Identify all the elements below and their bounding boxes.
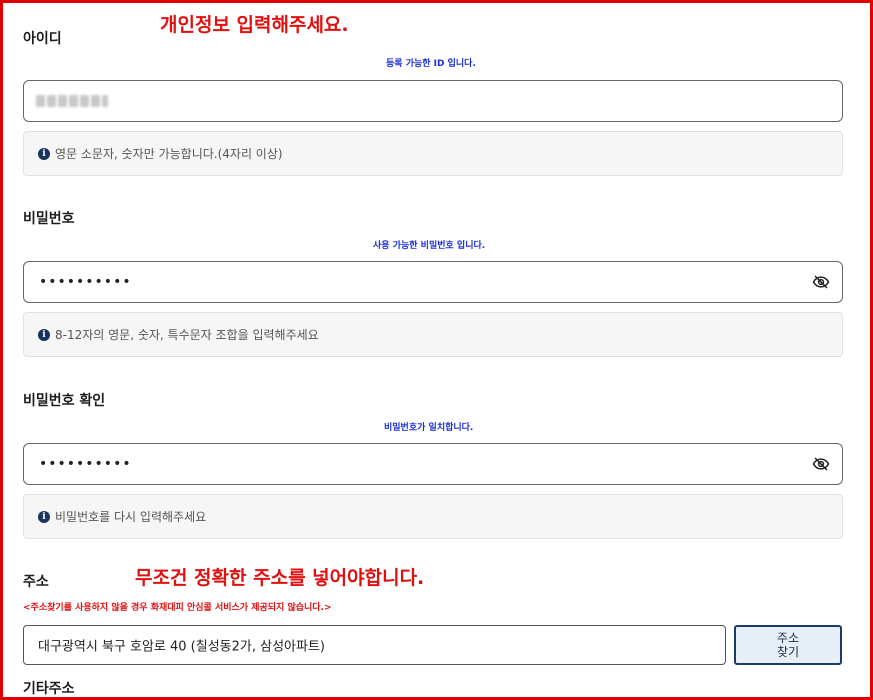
password-confirm-mask: •••••••••• [39,456,132,472]
annotation-address: 무조건 정확한 주소를 넣어야합니다. [135,567,425,589]
id-hint: i 영문 소문자, 숫자만 가능합니다.(4자리 이상) [23,131,843,176]
info-icon: i [38,147,50,160]
password-confirm-input[interactable]: •••••••••• [23,443,843,485]
password-input[interactable]: •••••••••• [23,261,843,303]
password-status: 사용 가능한 비밀번호 입니다. [373,241,486,251]
address-label: 주소 [23,574,49,590]
id-input[interactable] [23,80,843,122]
password-confirm-hint-text: 비밀번호를 다시 입력해주세요 [55,510,207,524]
detail-address-label: 기타주소 [23,681,75,697]
eye-slash-icon[interactable] [812,273,830,291]
id-status: 등록 가능한 ID 입니다. [386,59,476,69]
id-hint-text: 영문 소문자, 숫자만 가능합니다.(4자리 이상) [55,147,283,161]
password-confirm-label: 비밀번호 확인 [23,393,106,409]
address-search-button[interactable]: 주소 찾기 [734,625,842,665]
address-input[interactable]: 대구광역시 북구 호암로 40 (칠성동2가, 삼성아파트) [23,625,726,665]
address-search-label-line1: 주소 [776,631,800,645]
address-search-label-line2: 찾기 [776,645,800,659]
password-mask: •••••••••• [39,274,132,290]
password-confirm-hint: i 비밀번호를 다시 입력해주세요 [23,494,843,539]
password-hint: i 8-12자의 영문, 숫자, 특수문자 조합을 입력해주세요 [23,312,843,357]
info-icon: i [38,328,50,341]
address-value: 대구광역시 북구 호암로 40 (칠성동2가, 삼성아파트) [38,639,325,655]
password-confirm-status: 비밀번호가 일치합니다. [384,423,474,433]
info-icon: i [38,510,50,523]
id-label: 아이디 [23,31,62,47]
annotation-personal-info: 개인정보 입력해주세요. [160,14,349,36]
password-hint-text: 8-12자의 영문, 숫자, 특수문자 조합을 입력해주세요 [55,328,319,342]
password-label: 비밀번호 [23,211,75,227]
eye-slash-icon[interactable] [812,455,830,473]
blurred-id-value [36,95,108,107]
address-warning: <주소찾기를 사용하지 않을 경우 화재대피 안심콜 서비스가 제공되지 않습니… [23,603,332,613]
